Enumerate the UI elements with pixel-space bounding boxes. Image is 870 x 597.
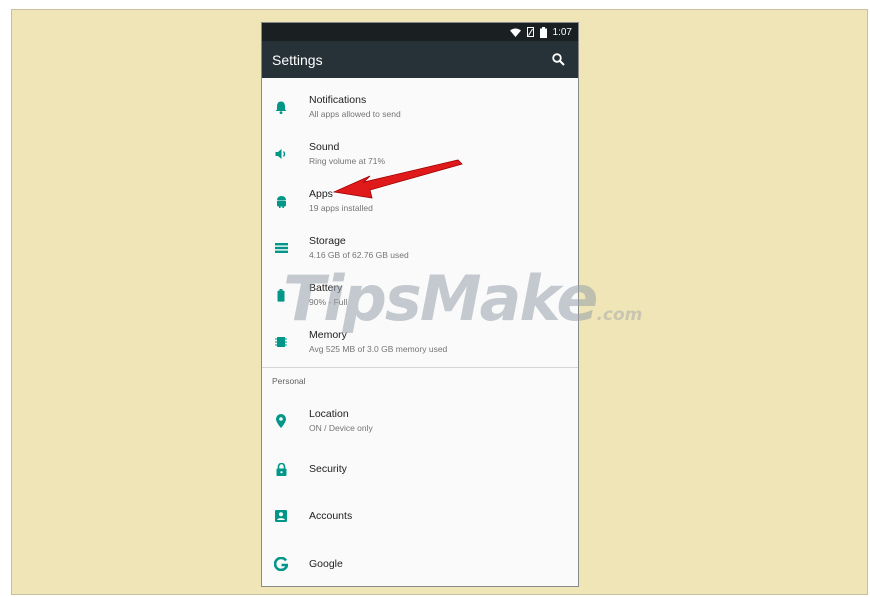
google-icon (273, 556, 289, 572)
item-subtitle: 90% - Full (309, 297, 348, 307)
settings-item-memory[interactable]: Memory Avg 525 MB of 3.0 GB memory used (262, 319, 578, 365)
app-bar: Settings (262, 41, 578, 78)
lock-icon (273, 461, 289, 477)
item-title: Google (309, 557, 343, 570)
item-title: Notifications (309, 94, 367, 106)
settings-item-storage[interactable]: Storage 4.16 GB of 62.76 GB used (262, 225, 578, 271)
page-title: Settings (272, 51, 323, 68)
android-icon (273, 193, 289, 209)
sound-text: Sound Ring volume at 71% (309, 141, 385, 167)
settings-item-accounts[interactable]: Accounts (262, 493, 578, 539)
memory-text: Memory Avg 525 MB of 3.0 GB memory used (309, 329, 447, 355)
battery-text: Battery 90% - Full (309, 282, 347, 308)
apps-text: Apps 19 apps installed (309, 188, 373, 214)
settings-item-apps[interactable]: Apps 19 apps installed (262, 178, 578, 224)
security-text: Security (309, 463, 347, 476)
settings-item-notifications[interactable]: Notifications All apps allowed to send (262, 84, 578, 130)
status-time: 1:07 (552, 26, 572, 38)
item-title: Apps (309, 188, 333, 200)
item-subtitle: Ring volume at 71% (309, 156, 386, 166)
search-icon (551, 53, 565, 66)
battery-icon (273, 287, 289, 303)
storage-text: Storage 4.16 GB of 62.76 GB used (309, 235, 409, 261)
item-title: Battery (309, 282, 343, 294)
location-text: Location ON / Device only (309, 408, 373, 434)
item-title: Accounts (309, 509, 353, 522)
settings-item-location[interactable]: Location ON / Device only (262, 398, 578, 444)
item-subtitle: 4.16 GB of 62.76 GB used (309, 250, 409, 260)
status-bar: 1:07 (262, 23, 578, 41)
section-divider (262, 367, 578, 368)
item-title: Sound (309, 141, 340, 153)
memory-icon (273, 334, 289, 350)
google-text: Google (309, 558, 343, 571)
item-title: Security (309, 462, 347, 475)
settings-item-battery[interactable]: Battery 90% - Full (262, 272, 578, 318)
accounts-text: Accounts (309, 510, 352, 523)
settings-item-google[interactable]: Google (262, 541, 578, 586)
item-subtitle: 19 apps installed (309, 203, 373, 213)
item-title: Location (309, 408, 349, 420)
wifi-icon (509, 28, 521, 37)
section-header-personal: Personal (272, 376, 306, 386)
item-title: Storage (309, 235, 346, 247)
speaker-icon (273, 146, 289, 162)
battery-icon (539, 26, 547, 38)
item-subtitle: All apps allowed to send (309, 109, 401, 119)
item-subtitle: ON / Device only (309, 423, 373, 433)
phone-screen: 1:07 Settings Notifications All apps all… (261, 22, 579, 587)
search-button[interactable] (548, 50, 568, 70)
location-pin-icon (273, 413, 289, 429)
settings-item-sound[interactable]: Sound Ring volume at 71% (262, 131, 578, 177)
notifications-text: Notifications All apps allowed to send (309, 94, 401, 120)
signal-icon (526, 27, 534, 37)
item-subtitle: Avg 525 MB of 3.0 GB memory used (309, 344, 448, 354)
bell-icon (273, 99, 289, 115)
account-icon (273, 508, 289, 524)
storage-icon (273, 240, 289, 256)
item-title: Memory (309, 329, 347, 341)
settings-item-security[interactable]: Security (262, 446, 578, 492)
